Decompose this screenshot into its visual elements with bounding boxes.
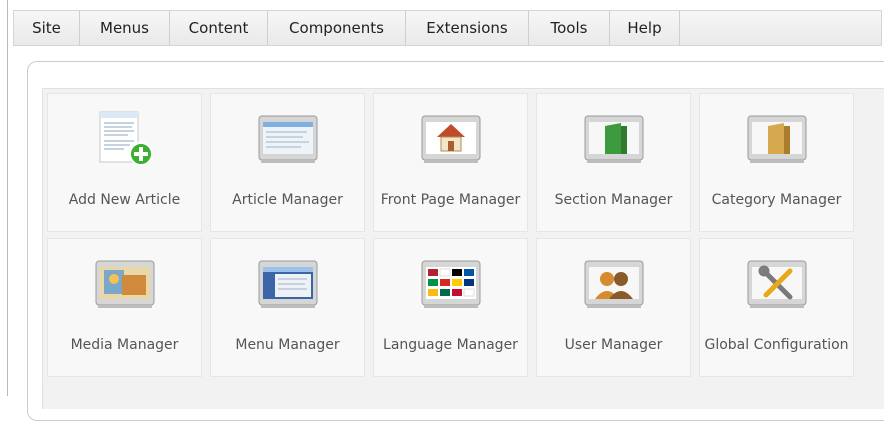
tile-category-manager[interactable]: Category Manager bbox=[699, 93, 854, 232]
media-icon bbox=[95, 260, 155, 308]
user-icon bbox=[584, 260, 644, 308]
tile-section-manager[interactable]: Section Manager bbox=[536, 93, 691, 232]
menu-content[interactable]: Content bbox=[170, 11, 268, 45]
window-left-border bbox=[7, 0, 8, 396]
tile-label: Section Manager bbox=[554, 192, 673, 208]
tile-label: Menu Manager bbox=[235, 337, 340, 353]
tile-front-page-manager[interactable]: Front Page Manager bbox=[373, 93, 528, 232]
tile-label: Add New Article bbox=[68, 192, 181, 208]
tile-global-configuration[interactable]: Global Configuration bbox=[699, 238, 854, 377]
tile-language-manager[interactable]: Language Manager bbox=[373, 238, 528, 377]
tile-label: Global Configuration bbox=[704, 337, 849, 353]
tile-media-manager[interactable]: Media Manager bbox=[47, 238, 202, 377]
category-icon bbox=[747, 115, 807, 163]
tile-label: Media Manager bbox=[70, 337, 179, 353]
front-page-icon bbox=[421, 115, 481, 163]
config-icon bbox=[747, 260, 807, 308]
menu-menus[interactable]: Menus bbox=[80, 11, 170, 45]
tile-menu-manager[interactable]: Menu Manager bbox=[210, 238, 365, 377]
tile-article-manager[interactable]: Article Manager bbox=[210, 93, 365, 232]
article-manager-icon bbox=[258, 115, 318, 163]
tile-label: Article Manager bbox=[232, 192, 343, 208]
menu-site[interactable]: Site bbox=[14, 11, 80, 45]
language-icon bbox=[421, 260, 481, 308]
menu-manager-icon bbox=[258, 260, 318, 308]
tile-label: User Manager bbox=[564, 337, 663, 353]
tile-add-new-article[interactable]: Add New Article bbox=[47, 93, 202, 232]
menu-extensions[interactable]: Extensions bbox=[406, 11, 529, 45]
add-article-icon bbox=[99, 111, 153, 166]
tile-label: Language Manager bbox=[383, 337, 518, 353]
menu-tools[interactable]: Tools bbox=[529, 11, 610, 45]
section-icon bbox=[584, 115, 644, 163]
menu-help[interactable]: Help bbox=[610, 11, 680, 45]
control-panel-grid: Add New Article Article Manager Front Pa… bbox=[42, 88, 884, 409]
tile-user-manager[interactable]: User Manager bbox=[536, 238, 691, 377]
tile-label: Front Page Manager bbox=[380, 192, 521, 208]
tile-label: Category Manager bbox=[711, 192, 842, 208]
main-menubar: Site Menus Content Components Extensions… bbox=[13, 10, 882, 46]
menu-components[interactable]: Components bbox=[268, 11, 406, 45]
